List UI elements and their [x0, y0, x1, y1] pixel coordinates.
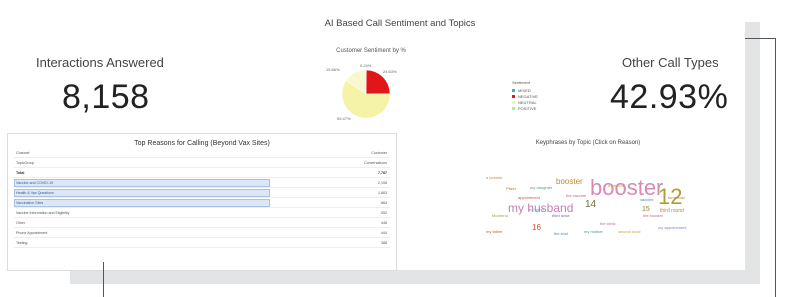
legend-label: MIXED: [518, 87, 531, 93]
keyphrase-word[interactable]: third round: [660, 209, 684, 214]
row-value: 552: [381, 211, 387, 215]
table-row[interactable]: Vaccination Sites 864: [14, 199, 390, 208]
keyphrase-word[interactable]: my appointment: [658, 226, 686, 230]
legend-label: POSITIVE: [518, 105, 537, 111]
keyphrase-word[interactable]: booster: [590, 177, 663, 199]
keyphrase-word[interactable]: the booster: [643, 214, 663, 218]
keyphrase-word[interactable]: Pfizer: [506, 187, 516, 191]
reasons-table-panel: Top Reasons for Calling (Beyond Vax Site…: [7, 133, 397, 271]
kpi-interactions-label: Interactions Answered: [36, 55, 164, 70]
pie-label-negative: 24.63%: [383, 69, 397, 74]
legend-item-positive[interactable]: POSITIVE: [512, 105, 538, 111]
connector-line: [103, 262, 104, 297]
table-row[interactable]: Vaccine and COVID-19 2,198: [14, 179, 390, 188]
pie-label-neutral: 59.47%: [337, 116, 351, 121]
table-header-col1: Channel: [16, 151, 30, 155]
legend-swatch: [512, 94, 515, 98]
kpi-other-label: Other Call Types: [622, 55, 719, 70]
table-row[interactable]: Total 7,787: [14, 169, 390, 178]
row-value: 864: [381, 201, 387, 205]
keyphrase-word[interactable]: the vaccine: [566, 194, 586, 198]
keyphrase-word[interactable]: my daughter: [530, 186, 552, 190]
legend-item-mixed[interactable]: MIXED: [512, 87, 538, 93]
table-subheader-row: TopicGroup Conversations: [14, 159, 390, 168]
table-subheader-col1: TopicGroup: [16, 161, 35, 165]
row-label: Total: [16, 171, 25, 175]
keyphrases-title: Keyphrases by Topic (Click on Reason): [535, 140, 641, 146]
legend-label: NEGATIVE: [518, 93, 538, 99]
connector-line: [775, 38, 776, 297]
keyphrase-word[interactable]: appointment: [518, 196, 540, 200]
reasons-table-title: Top Reasons for Calling (Beyond Vax Site…: [134, 140, 270, 147]
connector-line: [745, 38, 775, 39]
table-row[interactable]: Phone Appointment 444: [14, 229, 390, 238]
row-label: Vaccination Sites: [16, 201, 44, 205]
row-value: 388: [381, 241, 387, 245]
row-label: Other: [16, 221, 25, 225]
keyphrase-word[interactable]: third dose: [552, 214, 570, 218]
keyphrase-word-cloud[interactable]: booster my husband 12 booster 14 15 16 third ro…: [468, 150, 708, 250]
keyphrase-word[interactable]: 14: [585, 200, 596, 210]
keyphrase-word[interactable]: a vaccine: [608, 184, 625, 188]
keyphrase-word[interactable]: my father: [486, 230, 503, 234]
row-value: 448: [381, 221, 387, 225]
table-row[interactable]: Testing 388: [14, 239, 390, 248]
sentiment-legend: Sentiment MIXED NEGATIVE NEUTRAL POSITIV…: [512, 80, 538, 112]
sentiment-chart-title: Customer Sentiment by %: [336, 48, 406, 54]
legend-label: NEUTRAL: [518, 99, 537, 105]
legend-item-neutral[interactable]: NEUTRAL: [512, 99, 538, 105]
pie-label-mixed: 0.24%: [360, 63, 372, 68]
row-highlight: [14, 199, 270, 207]
legend-swatch: [512, 100, 515, 104]
table-subheader-col2: Conversations: [364, 161, 387, 165]
row-label: Health & Vax Questions: [16, 191, 54, 195]
keyphrase-word[interactable]: the shot: [554, 232, 568, 236]
legend-item-negative[interactable]: NEGATIVE: [512, 93, 538, 99]
table-row[interactable]: Vaccine Information and Eligibility 552: [14, 209, 390, 218]
keyphrase-word[interactable]: the clinic: [600, 222, 616, 226]
keyphrase-word[interactable]: booster: [556, 178, 583, 186]
table-header-row: Channel Customer: [14, 149, 390, 158]
row-value: 1,883: [378, 191, 387, 195]
table-header-col2: Customer: [371, 151, 387, 155]
row-label: Vaccine Information and Eligibility: [16, 211, 70, 215]
row-label: Vaccine and COVID-19: [16, 181, 54, 185]
legend-title: Sentiment: [512, 80, 531, 85]
keyphrase-word[interactable]: my sister: [528, 208, 544, 212]
row-label: Testing: [16, 241, 28, 245]
keyphrase-word[interactable]: second dose: [618, 230, 641, 234]
keyphrase-word[interactable]: 15: [642, 206, 650, 213]
row-value: 2,198: [378, 181, 387, 185]
keyphrase-word[interactable]: a booster: [486, 176, 503, 180]
legend-swatch: [512, 88, 515, 92]
legend-swatch: [512, 106, 515, 110]
keyphrase-word[interactable]: Moderna: [492, 214, 508, 218]
table-row[interactable]: Health & Vax Questions 1,883: [14, 189, 390, 198]
kpi-interactions-value: 8,158: [62, 78, 150, 116]
keyphrase-word[interactable]: my mother: [584, 230, 603, 234]
kpi-other-value: 42.93%: [610, 78, 729, 116]
keyphrase-word[interactable]: tomorrow: [668, 196, 685, 200]
row-value: 7,787: [378, 171, 387, 175]
table-row[interactable]: Other 448: [14, 219, 390, 228]
pie-label-other: 15.66%: [326, 67, 340, 72]
dashboard-title: AI Based Call Sentiment and Topics: [324, 18, 476, 29]
row-value: 444: [381, 231, 387, 235]
row-label: Phone Appointment: [16, 231, 48, 235]
keyphrase-word[interactable]: 16: [532, 224, 541, 232]
keyphrase-word[interactable]: vaccine: [640, 198, 654, 202]
